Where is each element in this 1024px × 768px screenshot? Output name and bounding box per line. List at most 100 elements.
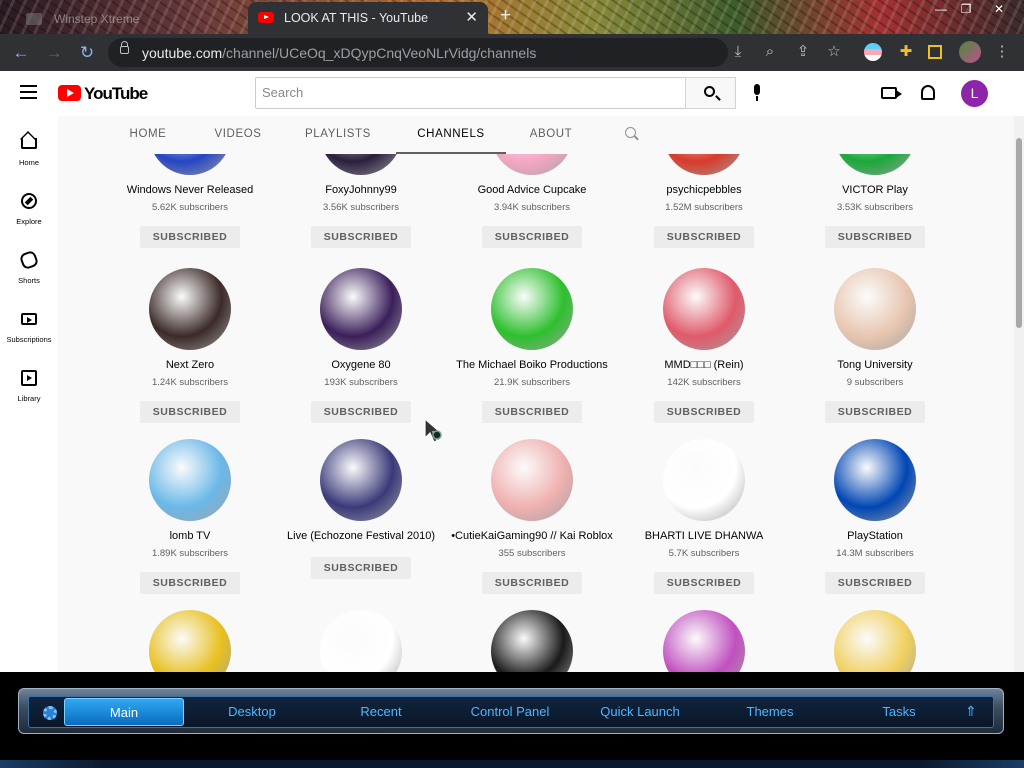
channel-avatar[interactable]: [320, 610, 402, 672]
subscribed-button[interactable]: SUBSCRIBED: [311, 401, 411, 423]
nav-item-home[interactable]: Home: [0, 134, 58, 186]
tab-videos[interactable]: VIDEOS: [203, 128, 273, 140]
tab-channels[interactable]: CHANNELS: [396, 128, 506, 140]
channel-name[interactable]: Next Zero: [90, 359, 290, 371]
channel-avatar[interactable]: [320, 268, 402, 350]
subscribed-button[interactable]: SUBSCRIBED: [140, 401, 240, 423]
sidebar-toggle-icon[interactable]: [928, 45, 942, 59]
subscribed-button[interactable]: SUBSCRIBED: [140, 572, 240, 594]
scrollbar-thumb[interactable]: [1016, 138, 1022, 328]
account-avatar[interactable]: L: [961, 80, 988, 107]
forward-arrow-icon[interactable]: →: [43, 42, 65, 64]
address-bar[interactable]: youtube.com/channel/UCeOq_xDQypCnqVeoNLr…: [108, 38, 728, 67]
subscribed-button[interactable]: SUBSCRIBED: [482, 572, 582, 594]
home-icon: [21, 138, 37, 149]
gear-icon[interactable]: [43, 706, 57, 720]
channel-avatar[interactable]: [149, 610, 231, 672]
channel-name[interactable]: psychicpebbles: [604, 184, 804, 196]
channel-avatar[interactable]: [663, 268, 745, 350]
channel-avatar[interactable]: [491, 439, 573, 521]
channel-avatar[interactable]: [834, 268, 916, 350]
more-menu-icon[interactable]: ⋮: [992, 42, 1012, 62]
channel-name[interactable]: PlayStation: [775, 530, 975, 542]
channel-name[interactable]: lomb TV: [90, 530, 290, 542]
taskbar-item-recent[interactable]: Recent: [318, 698, 444, 726]
nav-item-library[interactable]: Library: [0, 370, 58, 422]
channel-name[interactable]: The Michael Boiko Productions: [432, 359, 632, 371]
user-avatar-icon[interactable]: [959, 41, 981, 63]
tab-about[interactable]: ABOUT: [518, 128, 584, 140]
search-button[interactable]: [685, 77, 736, 109]
channel-avatar[interactable]: [663, 439, 745, 521]
channel-avatar[interactable]: [834, 439, 916, 521]
browser-tab-winstep[interactable]: Winstep Xtreme: [6, 4, 242, 34]
browser-tab-youtube[interactable]: LOOK AT THIS - YouTube ✕: [248, 2, 488, 34]
bookmark-star-icon[interactable]: ☆: [824, 42, 844, 62]
channel-name[interactable]: Windows Never Released: [90, 184, 290, 196]
minimize-icon[interactable]: —: [930, 2, 952, 18]
subscribed-button[interactable]: SUBSCRIBED: [654, 226, 754, 248]
new-tab-button[interactable]: +: [500, 5, 511, 27]
subscriber-count: 5.62K subscribers: [151, 202, 229, 213]
channel-avatar[interactable]: [663, 610, 745, 672]
close-tab-icon[interactable]: ✕: [465, 8, 478, 26]
channel-search-icon[interactable]: [625, 127, 636, 138]
up-arrow-icon[interactable]: ⇑: [965, 703, 977, 720]
taskbar-item-tasks[interactable]: Tasks: [835, 698, 963, 726]
extensions-puzzle-icon[interactable]: ✚: [896, 42, 916, 62]
profile-flag-icon[interactable]: [864, 43, 882, 61]
subscribed-button[interactable]: SUBSCRIBED: [825, 572, 925, 594]
channel-name[interactable]: Live (Echozone Festival 2010): [261, 530, 461, 542]
taskbar-item-quick-launch[interactable]: Quick Launch: [575, 698, 705, 726]
nav-item-subscriptions[interactable]: Subscriptions: [0, 311, 58, 363]
channel-avatar[interactable]: [320, 439, 402, 521]
channel-name[interactable]: BHARTI LIVE DHANWA: [604, 530, 804, 542]
nav-item-shorts[interactable]: Shorts: [0, 249, 58, 304]
subscribed-button[interactable]: SUBSCRIBED: [825, 401, 925, 423]
taskbar-item-desktop[interactable]: Desktop: [188, 698, 316, 726]
channel-avatar[interactable]: [834, 610, 916, 672]
window-close-icon[interactable]: ✕: [988, 2, 1010, 18]
taskbar-item-themes[interactable]: Themes: [705, 698, 835, 726]
channel-avatar[interactable]: [491, 268, 573, 350]
tab-playlists[interactable]: PLAYLISTS: [298, 128, 378, 140]
channel-name[interactable]: Good Advice Cupcake: [432, 184, 632, 196]
subscribed-button[interactable]: SUBSCRIBED: [482, 401, 582, 423]
channel-name[interactable]: Oxygene 80: [261, 359, 461, 371]
channel-name[interactable]: •CutieKaiGaming90 // Kai Roblox: [432, 530, 632, 542]
winstep-tab-icon: [26, 13, 42, 25]
channel-avatar[interactable]: [149, 268, 231, 350]
channel-name[interactable]: VICTOR Play: [775, 184, 975, 196]
subscribed-button[interactable]: SUBSCRIBED: [482, 226, 582, 248]
install-app-icon[interactable]: ⤓: [728, 42, 748, 62]
subscribed-button[interactable]: SUBSCRIBED: [311, 557, 411, 579]
subscribed-button[interactable]: SUBSCRIBED: [825, 226, 925, 248]
channel-avatar[interactable]: [491, 610, 573, 672]
create-video-icon[interactable]: [881, 87, 902, 99]
subscribed-button[interactable]: SUBSCRIBED: [654, 572, 754, 594]
channel-name[interactable]: FoxyJohnny99: [261, 184, 461, 196]
search-icon: [704, 86, 715, 97]
back-arrow-icon[interactable]: ←: [10, 42, 32, 64]
channel-name[interactable]: MMD□□□ (Rein): [604, 359, 804, 371]
subscriber-count: 1.24K subscribers: [151, 377, 229, 388]
search-input[interactable]: Search: [255, 77, 686, 109]
voice-search-mic-icon[interactable]: [752, 84, 762, 102]
reload-icon[interactable]: ↻: [76, 42, 98, 64]
subscribed-button[interactable]: SUBSCRIBED: [311, 226, 411, 248]
share-icon[interactable]: ⇪: [793, 42, 813, 62]
hamburger-menu-icon[interactable]: [20, 85, 37, 100]
subscribed-button[interactable]: SUBSCRIBED: [654, 401, 754, 423]
channel-avatar[interactable]: [149, 439, 231, 521]
taskbar-item-main[interactable]: Main: [64, 698, 184, 726]
channel-tabs-bar: HOME VIDEOS PLAYLISTS CHANNELS ABOUT: [58, 116, 1014, 154]
subscribed-button[interactable]: SUBSCRIBED: [140, 226, 240, 248]
channel-name[interactable]: Tong University: [775, 359, 975, 371]
notifications-bell-icon[interactable]: [921, 85, 935, 100]
nav-item-explore[interactable]: Explore: [0, 193, 58, 245]
tab-home[interactable]: HOME: [118, 128, 178, 140]
zoom-icon[interactable]: ⌕: [760, 42, 780, 62]
page-scrollbar[interactable]: [1014, 116, 1024, 672]
taskbar-item-control-panel[interactable]: Control Panel: [445, 698, 575, 726]
maximize-icon[interactable]: ❐: [955, 2, 977, 18]
